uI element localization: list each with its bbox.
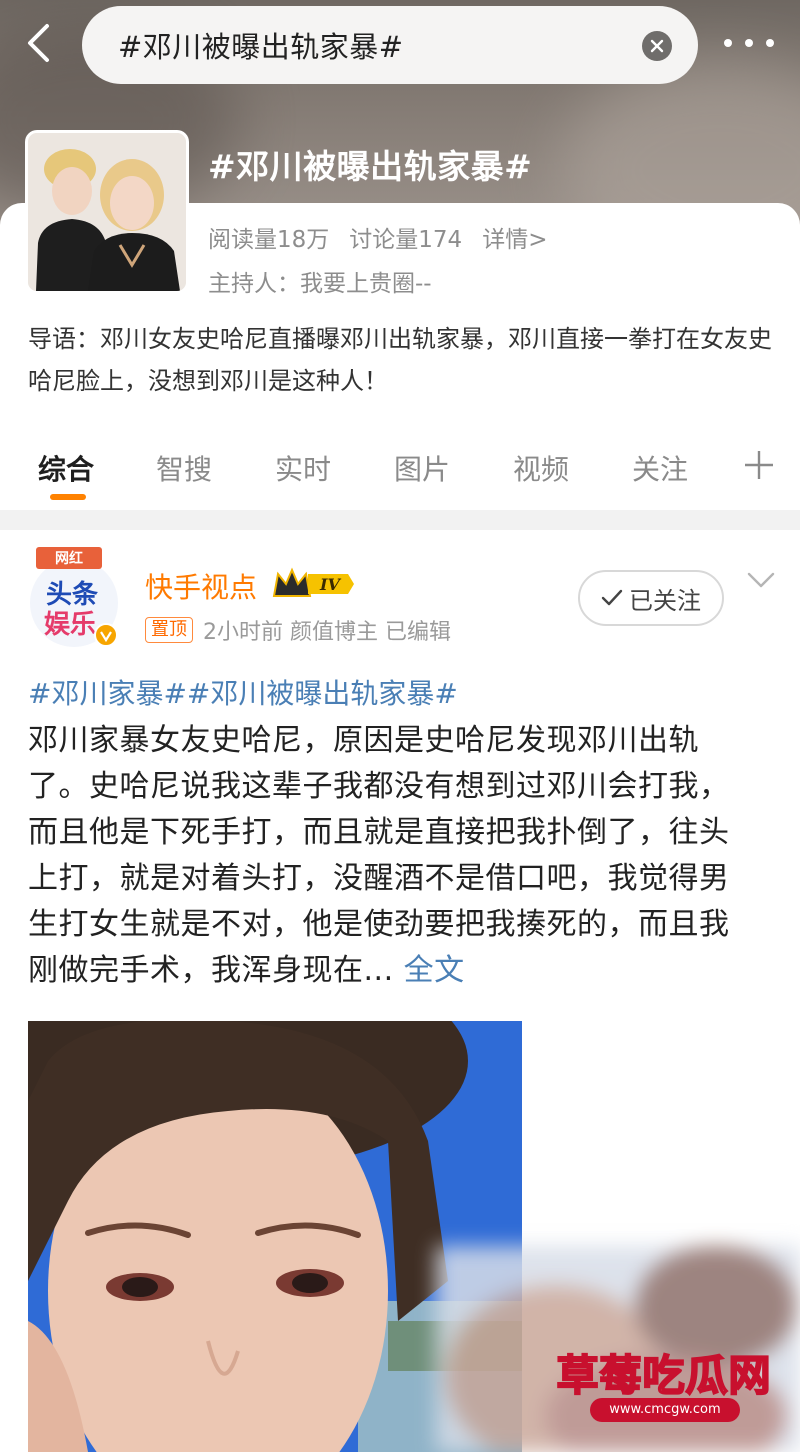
topic-intro: 导语：邓川女友史哈尼直播曝邓川出轨家暴，邓川直接一拳打在女友史哈尼脸上，没想到邓… [28, 325, 772, 395]
following-label: 已关注 [629, 586, 701, 615]
chevron-down-icon [747, 572, 775, 588]
back-button[interactable] [18, 18, 58, 68]
active-tab-indicator [50, 494, 86, 500]
avatar-text-2: 娱乐 [44, 610, 96, 640]
couple-photo-image [28, 133, 186, 291]
post-menu-button[interactable] [746, 570, 776, 590]
check-icon [601, 589, 623, 606]
watermark-name: 草莓吃瓜网 [555, 1350, 772, 1401]
site-watermark: 草莓吃瓜网 www.cmcgw.com [552, 1342, 776, 1432]
discussion-count: 讨论量174 [349, 227, 463, 253]
pinned-badge: 置顶 [145, 617, 193, 643]
author-name[interactable]: 快手视点 [145, 566, 257, 606]
post-meta-text: 2小时前 颜值博主 已编辑 [203, 620, 451, 645]
search-query-text: #邓川被曝出轨家暴# [118, 30, 404, 64]
post-text: 邓川家暴女友史哈尼，原因是史哈尼发现邓川出轨了。史哈尼说我这辈子我都没有想到过邓… [28, 723, 730, 988]
post-meta: 置顶 2小时前 颜值博主 已编辑 [145, 614, 451, 646]
watermark-url: www.cmcgw.com [590, 1398, 740, 1422]
avatar-graphic: 网红 头条 娱乐 [30, 547, 118, 647]
tab-following[interactable]: 关注 [632, 448, 688, 488]
crown-icon: IV [272, 567, 354, 597]
vip-level: IV [319, 575, 341, 594]
dot-icon [766, 39, 774, 47]
read-count: 阅读量18万 [208, 227, 330, 253]
add-tab-button[interactable] [742, 448, 776, 482]
clear-search-button[interactable] [642, 31, 672, 61]
dot-icon [745, 39, 753, 47]
plus-icon [745, 451, 773, 479]
tab-realtime[interactable]: 实时 [275, 448, 331, 488]
tab-bar: 综合 智搜 实时 图片 视频 关注 [0, 440, 800, 510]
topic-stats: 阅读量18万 讨论量174 详情> [208, 220, 547, 254]
tab-smart-search[interactable]: 智搜 [156, 448, 212, 488]
tab-videos[interactable]: 视频 [513, 448, 569, 488]
vip-badge[interactable]: IV [272, 566, 356, 602]
avatar-text-top: 网红 [55, 550, 83, 567]
close-icon [650, 39, 664, 53]
topic-title: #邓川被曝出轨家暴# [208, 147, 533, 186]
section-divider [0, 510, 800, 530]
read-full-link[interactable]: 全文 [404, 953, 465, 988]
tab-general[interactable]: 综合 [38, 448, 94, 488]
topic-cover-image[interactable] [25, 130, 189, 294]
post-body: 邓川家暴女友史哈尼，原因是史哈尼发现邓川出轨了。史哈尼说我这辈子我都没有想到过邓… [28, 718, 758, 994]
avatar-text-1: 头条 [46, 580, 99, 610]
author-avatar[interactable]: 网红 头条 娱乐 [28, 545, 120, 649]
following-button[interactable]: 已关注 [578, 570, 724, 626]
dot-icon [724, 39, 732, 47]
more-options-button[interactable] [724, 28, 774, 58]
details-link[interactable]: 详情> [482, 220, 547, 254]
back-arrow-icon [28, 24, 49, 62]
topic-host[interactable]: 主持人：我要上贵圈-- [208, 264, 432, 298]
search-input[interactable]: #邓川被曝出轨家暴# [82, 6, 698, 84]
post-hashtags[interactable]: #邓川家暴##邓川被曝出轨家暴# [28, 672, 458, 712]
tab-images[interactable]: 图片 [394, 448, 450, 488]
